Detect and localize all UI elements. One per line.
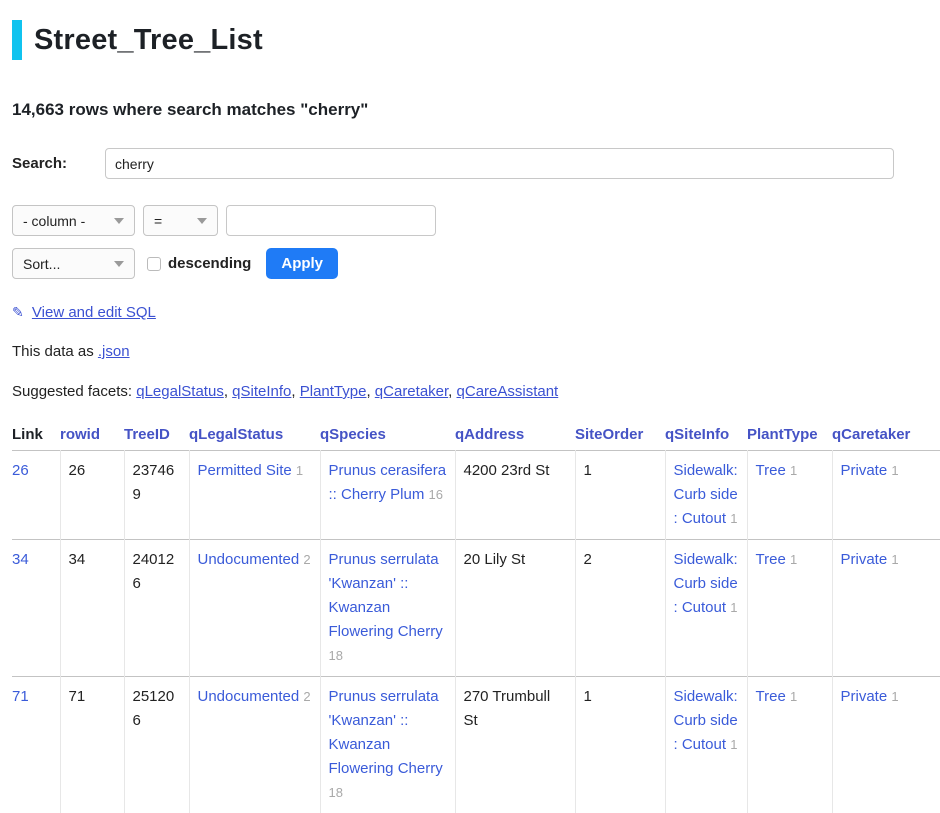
facet-count: 2: [303, 552, 310, 567]
pencil-icon: ✎: [12, 304, 24, 321]
cell-rowid: 26: [60, 451, 124, 540]
column-header-siteorder[interactable]: SiteOrder: [575, 422, 665, 451]
sql-link-row: ✎ View and edit SQL: [12, 304, 940, 321]
cell-rowid: 71: [60, 677, 124, 813]
table-header-row: Link rowid TreeID qLegalStatus qSpecies …: [12, 422, 940, 451]
column-header-qsiteinfo[interactable]: qSiteInfo: [665, 422, 747, 451]
cell-qsiteinfo-link[interactable]: Sidewalk: Curb side : Cutout: [674, 462, 738, 527]
table-row: 34 34 240126 Undocumented 2 Prunus serru…: [12, 540, 940, 677]
facet-count: 1: [730, 511, 737, 526]
facet-count: 1: [790, 463, 797, 478]
operator-select[interactable]: =: [143, 205, 218, 236]
column-header-link: Link: [12, 422, 60, 451]
cell-qsiteinfo-link[interactable]: Sidewalk: Curb side : Cutout: [674, 688, 738, 753]
cell-qaddress: 20 Lily St: [455, 540, 575, 677]
filter-row: - column - =: [12, 205, 940, 236]
row-link[interactable]: 26: [12, 462, 29, 479]
cell-qcaretaker-link[interactable]: Private: [841, 462, 888, 479]
facet-count: 2: [303, 689, 310, 704]
cell-qlegalstatus-link[interactable]: Undocumented: [198, 688, 300, 705]
cell-qlegalstatus-link[interactable]: Permitted Site: [198, 462, 292, 479]
cell-siteorder: 1: [575, 451, 665, 540]
chevron-down-icon: [114, 261, 124, 267]
chevron-down-icon: [197, 218, 207, 224]
row-count-summary: 14,663 rows where search matches "cherry…: [12, 100, 940, 120]
cell-rowid: 34: [60, 540, 124, 677]
facet-count: 1: [891, 463, 898, 478]
chevron-down-icon: [114, 218, 124, 224]
search-input[interactable]: [105, 148, 894, 179]
facet-count: 1: [891, 689, 898, 704]
cell-planttype-link[interactable]: Tree: [756, 551, 786, 568]
page-title: Street_Tree_List: [34, 20, 263, 60]
column-select-value: - column -: [23, 213, 85, 229]
column-header-rowid[interactable]: rowid: [60, 422, 124, 451]
operator-select-value: =: [154, 213, 162, 229]
column-header-treeid[interactable]: TreeID: [124, 422, 189, 451]
row-link[interactable]: 71: [12, 688, 29, 705]
search-form: Search:: [12, 148, 940, 179]
facet-count: 1: [730, 600, 737, 615]
cell-siteorder: 1: [575, 677, 665, 813]
cell-siteorder: 2: [575, 540, 665, 677]
facet-count: 1: [730, 737, 737, 752]
cell-qspecies-link[interactable]: Prunus serrulata 'Kwanzan' :: Kwanzan Fl…: [329, 551, 443, 640]
sort-select[interactable]: Sort...: [12, 248, 135, 279]
view-edit-sql-link[interactable]: View and edit SQL: [32, 304, 156, 321]
table-row: 26 26 237469 Permitted Site 1 Prunus cer…: [12, 451, 940, 540]
facet-link-qlegalstatus[interactable]: qLegalStatus: [136, 383, 224, 400]
cell-planttype-link[interactable]: Tree: [756, 462, 786, 479]
cell-treeid: 251206: [124, 677, 189, 813]
cell-qsiteinfo-link[interactable]: Sidewalk: Curb side : Cutout: [674, 551, 738, 616]
descending-label: descending: [168, 255, 251, 272]
facet-count: 18: [329, 785, 343, 800]
facet-link-qcaretaker[interactable]: qCaretaker: [375, 383, 448, 400]
apply-button[interactable]: Apply: [266, 248, 338, 279]
column-header-qcaretaker[interactable]: qCaretaker: [832, 422, 940, 451]
table-row: 71 71 251206 Undocumented 2 Prunus serru…: [12, 677, 940, 813]
page-header: Street_Tree_List: [12, 20, 940, 60]
facet-link-qsiteinfo[interactable]: qSiteInfo: [232, 383, 291, 400]
search-label: Search:: [12, 155, 105, 172]
column-header-planttype[interactable]: PlantType: [747, 422, 832, 451]
facets-row: Suggested facets: qLegalStatus, qSiteInf…: [12, 383, 940, 400]
facet-link-planttype[interactable]: PlantType: [300, 383, 367, 400]
page: Street_Tree_List 14,663 rows where searc…: [0, 20, 940, 813]
facet-count: 1: [296, 463, 303, 478]
facet-count: 1: [790, 552, 797, 567]
filter-value-input[interactable]: [226, 205, 436, 236]
facet-count: 18: [329, 648, 343, 663]
separator: ,: [366, 383, 374, 400]
accent-bar: [12, 20, 22, 60]
cell-planttype-link[interactable]: Tree: [756, 688, 786, 705]
column-header-qspecies[interactable]: qSpecies: [320, 422, 455, 451]
cell-qcaretaker-link[interactable]: Private: [841, 551, 888, 568]
facet-count: 1: [790, 689, 797, 704]
cell-treeid: 240126: [124, 540, 189, 677]
cell-treeid: 237469: [124, 451, 189, 540]
facets-prefix: Suggested facets:: [12, 383, 136, 400]
row-link[interactable]: 34: [12, 551, 29, 568]
separator: ,: [224, 383, 232, 400]
facet-link-qcareassistant[interactable]: qCareAssistant: [457, 383, 559, 400]
sort-select-value: Sort...: [23, 256, 60, 272]
cell-qlegalstatus-link[interactable]: Undocumented: [198, 551, 300, 568]
results-table: Link rowid TreeID qLegalStatus qSpecies …: [12, 422, 940, 813]
facet-count: 16: [429, 487, 443, 502]
column-select[interactable]: - column -: [12, 205, 135, 236]
sort-row: Sort... descending Apply: [12, 248, 940, 279]
data-as-row: This data as .json: [12, 343, 940, 360]
data-as-prefix: This data as: [12, 343, 98, 360]
cell-qaddress: 4200 23rd St: [455, 451, 575, 540]
cell-qaddress: 270 Trumbull St: [455, 677, 575, 813]
cell-qcaretaker-link[interactable]: Private: [841, 688, 888, 705]
json-link[interactable]: .json: [98, 343, 130, 360]
separator: ,: [448, 383, 456, 400]
column-header-qlegalstatus[interactable]: qLegalStatus: [189, 422, 320, 451]
column-header-qaddress[interactable]: qAddress: [455, 422, 575, 451]
separator: ,: [291, 383, 299, 400]
facet-count: 1: [891, 552, 898, 567]
descending-checkbox[interactable]: [147, 257, 161, 271]
